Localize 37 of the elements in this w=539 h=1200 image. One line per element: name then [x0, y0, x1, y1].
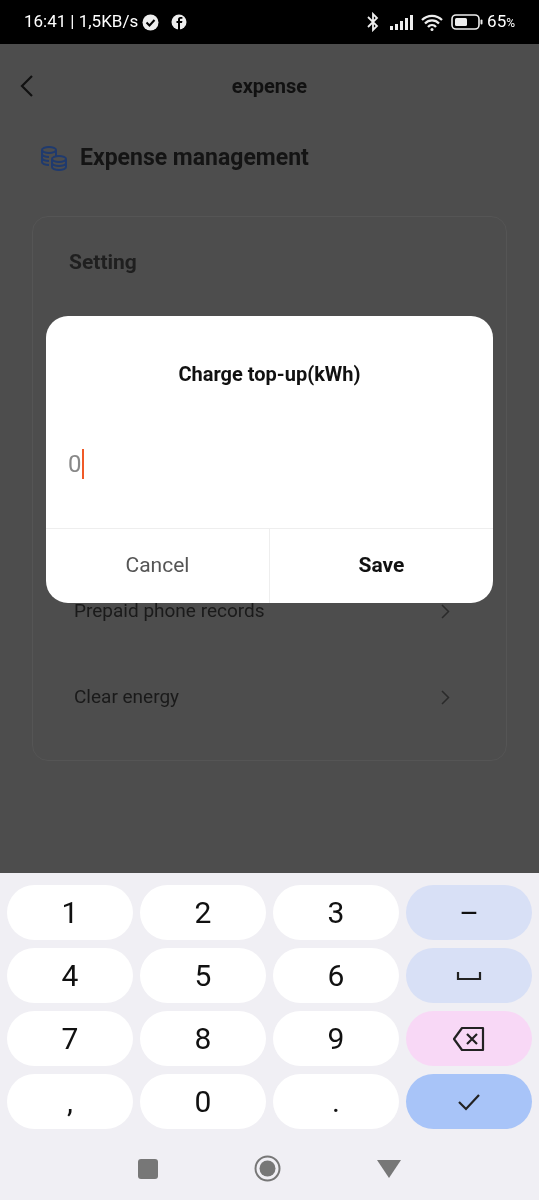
keyboard-key[interactable]: . — [273, 1074, 399, 1129]
keyboard-key[interactable]: 1 — [7, 885, 133, 940]
battery-level: 65% — [487, 10, 515, 34]
recents-icon[interactable] — [138, 1158, 158, 1179]
check-circle-icon — [142, 13, 160, 31]
clock: 16:41 — [24, 10, 67, 34]
section-title: Expense management — [80, 142, 309, 173]
back-triangle-icon[interactable] — [377, 1159, 401, 1178]
space-icon — [456, 969, 482, 982]
keyboard-key[interactable]: 8 — [140, 1011, 266, 1066]
battery-icon — [451, 14, 484, 30]
network-speed: | 1,5KB/s — [70, 10, 139, 34]
keyboard-key[interactable]: , — [7, 1074, 133, 1129]
save-button[interactable]: Save — [270, 529, 493, 603]
signal-icon — [389, 14, 414, 30]
keyboard-key[interactable]: – — [406, 885, 532, 940]
chevron-right-icon — [441, 604, 450, 619]
keyboard-key[interactable]: 5 — [140, 948, 266, 1003]
text-cursor — [81, 449, 84, 479]
input-field[interactable]: 0 — [68, 441, 471, 487]
keyboard-key[interactable]: 0 — [140, 1074, 266, 1129]
wifi-icon — [421, 13, 444, 31]
chevron-right-icon — [441, 690, 450, 705]
check-icon — [457, 1092, 481, 1111]
keyboard-key[interactable]: 6 — [273, 948, 399, 1003]
keyboard-key[interactable]: 4 — [7, 948, 133, 1003]
coins-icon — [40, 145, 68, 171]
cancel-button[interactable]: Cancel — [46, 529, 270, 603]
home-icon[interactable] — [254, 1155, 281, 1182]
page-title: expense — [230, 73, 309, 100]
keyboard-key[interactable]: 3 — [273, 885, 399, 940]
circle-app-icon — [171, 14, 188, 30]
keyboard-key[interactable]: 7 — [7, 1011, 133, 1066]
keyboard-key[interactable]: 9 — [273, 1011, 399, 1066]
dialog-title: Charge top-up(kWh) — [177, 361, 362, 388]
keyboard-key[interactable]: 2 — [140, 885, 266, 940]
backspace-icon — [452, 1025, 486, 1052]
